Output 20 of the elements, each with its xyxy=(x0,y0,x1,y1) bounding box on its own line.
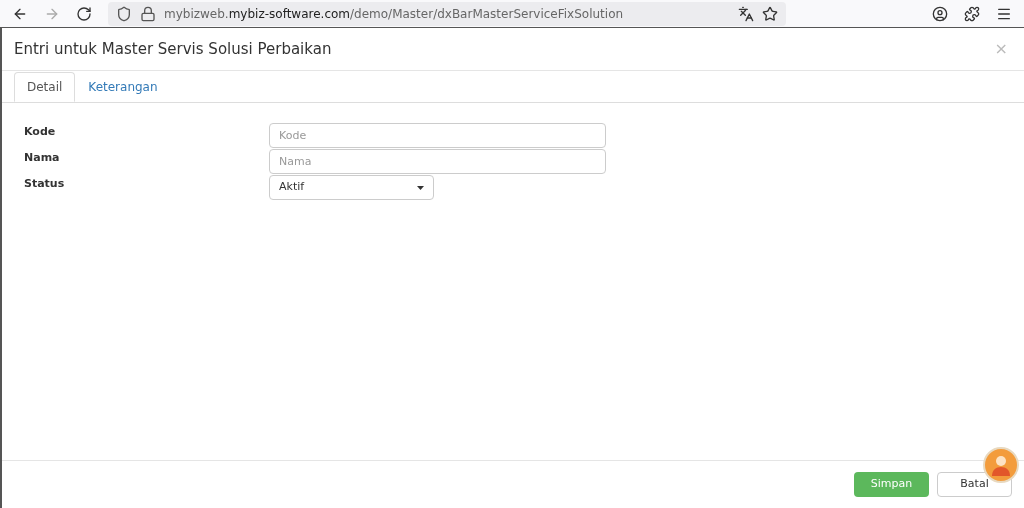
url-text: mybizweb.mybiz-software.com/demo/Master/dxBarMasterServiceFixSolution xyxy=(164,5,624,23)
field-label: Kode xyxy=(24,124,57,140)
lock-icon xyxy=(140,5,156,22)
field-label: Status xyxy=(24,176,66,192)
caret-icon xyxy=(417,185,424,190)
extensions-icon[interactable] xyxy=(964,5,980,22)
shield-icon xyxy=(116,5,132,22)
text-field[interactable]: Nama xyxy=(269,149,606,174)
text-field[interactable]: Kode xyxy=(269,123,606,148)
address-bar[interactable]: mybizweb.mybiz-software.com/demo/Master/dxBarMasterServiceFixSolution xyxy=(108,1,786,26)
account-icon[interactable] xyxy=(932,5,948,22)
reload-icon[interactable] xyxy=(76,5,92,22)
modal-title: Entri untuk Master Servis Solusi Perbaikan xyxy=(14,38,333,60)
status-dropdown[interactable]: Aktif xyxy=(269,175,434,200)
tab[interactable]: Detail xyxy=(14,72,76,102)
star-icon[interactable] xyxy=(762,5,778,22)
translate-icon[interactable] xyxy=(738,5,754,22)
tab[interactable]: Keterangan xyxy=(75,72,171,102)
field-label: Nama xyxy=(24,150,61,166)
person-icon xyxy=(991,454,1011,476)
